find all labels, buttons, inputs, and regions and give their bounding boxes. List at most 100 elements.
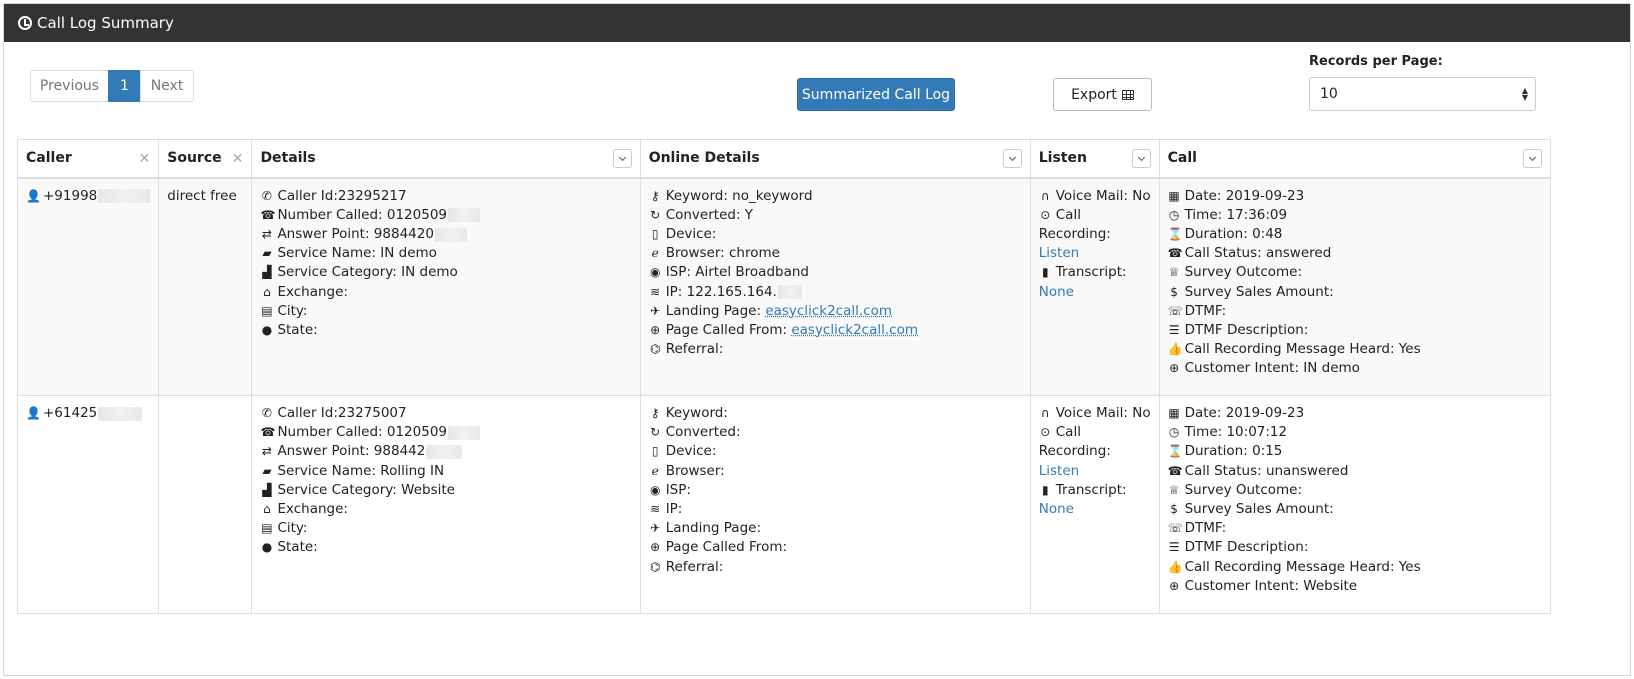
landing-page-link[interactable]: easyclick2call.com <box>765 302 892 321</box>
call-recording-label-2: Recording: <box>1038 443 1111 460</box>
dtmf: DTMF: <box>1184 302 1227 319</box>
referral: Referral: <box>665 558 724 575</box>
list-icon: ☰ <box>1168 540 1180 555</box>
survey-outcome: Survey Outcome: <box>1184 264 1303 281</box>
remove-column-icon[interactable]: ✕ <box>139 151 151 167</box>
calendar-icon: ▦ <box>1168 406 1180 420</box>
redacted-blur <box>448 208 480 223</box>
remove-column-icon[interactable]: ✕ <box>232 151 244 167</box>
thumbs-up-icon: 👍 <box>1167 342 1183 357</box>
column-header-caller-label: Caller <box>26 150 72 167</box>
globe-icon: ● <box>261 540 273 555</box>
briefcase-icon: ▰ <box>262 463 272 478</box>
column-header-listen-label: Listen <box>1038 150 1087 167</box>
device: Device: <box>665 225 717 242</box>
dashboard-icon: ◉ <box>649 265 661 280</box>
search-plus-icon: ⊕ <box>1169 578 1180 593</box>
chevron-down-icon[interactable] <box>1131 149 1151 168</box>
trophy-icon: ♕ <box>1168 265 1180 280</box>
export-label: Export <box>1071 86 1117 103</box>
column-header-caller[interactable]: Caller ✕ <box>16 139 160 179</box>
dtmf-description: DTMF Description: <box>1184 539 1309 556</box>
chevron-down-icon[interactable] <box>1002 149 1022 168</box>
call-log-table: Caller ✕ Source ✕ Details Online Details L… <box>16 139 1552 614</box>
page-1-button[interactable]: 1 <box>108 70 141 102</box>
call-time: Time: 17:36:09 <box>1184 206 1288 223</box>
call-recording-label: Call <box>1055 206 1081 223</box>
user-icon: 👤 <box>26 188 41 203</box>
transcript-label: Transcript: <box>1055 264 1127 281</box>
records-per-page-value: 10 <box>1320 86 1338 102</box>
phone-square-icon: ☎ <box>260 207 276 222</box>
wifi-icon: ≋ <box>650 502 661 517</box>
keyword: Keyword: no_keyword <box>665 187 813 204</box>
redacted-blur <box>98 189 151 204</box>
export-button[interactable]: Export <box>1053 78 1152 111</box>
redacted-blur <box>426 445 463 459</box>
online-details-cell: ⚷ Keyword: ↻ Converted: ▯ Device: ℯ Browser:… <box>639 395 1031 614</box>
source-cell <box>158 395 253 614</box>
globe-icon: ● <box>261 322 273 337</box>
call-duration: Duration: 0:15 <box>1184 443 1283 460</box>
details-cell: ✆ Caller Id:23295217 ☎ Number Called: 0120… <box>251 177 641 396</box>
keyword: Keyword: <box>665 405 728 421</box>
industry-icon: ▟ <box>262 482 272 497</box>
column-header-listen[interactable]: Listen <box>1029 139 1160 179</box>
exchange-arrows-icon: ⇄ <box>261 444 272 459</box>
records-per-page-select[interactable]: 10 ▲ ▼ <box>1309 77 1536 111</box>
dtmf: DTMF: <box>1184 520 1227 537</box>
caller-number: +91998 <box>43 187 98 204</box>
refresh-icon: ↻ <box>650 207 661 222</box>
call-status: Call Status: answered <box>1184 245 1332 262</box>
caller-id: Caller Id:23295217 <box>277 187 407 204</box>
summarized-call-log-button[interactable]: Summarized Call Log <box>797 78 955 111</box>
wifi-icon: ≋ <box>650 284 661 299</box>
transcript-link[interactable]: None <box>1039 283 1074 302</box>
clock-icon: ◷ <box>1168 425 1180 440</box>
caller-number: +61425 <box>43 405 98 421</box>
file-icon: ▮ <box>1041 482 1049 497</box>
chevron-down-icon[interactable] <box>612 149 632 168</box>
panel-heading: Call Log Summary <box>4 4 1630 42</box>
column-header-online-details[interactable]: Online Details <box>639 139 1031 179</box>
search-plus-icon: ⊕ <box>650 322 661 337</box>
call-recording-label: Call <box>1055 424 1081 441</box>
page-called-from-label: Page Called From: <box>665 321 788 338</box>
phone-icon: ✆ <box>261 406 272 420</box>
next-page-button[interactable]: Next <box>140 70 194 102</box>
call-duration: Duration: 0:48 <box>1184 225 1283 242</box>
column-header-source[interactable]: Source ✕ <box>158 139 253 179</box>
service-name: Service Name: Rolling IN <box>277 462 445 479</box>
redacted-blur <box>448 425 480 440</box>
converted: Converted: Y <box>665 206 754 223</box>
transcript-label: Transcript: <box>1055 481 1127 498</box>
search-plus-icon: ⊕ <box>1169 361 1180 376</box>
column-header-source-label: Source <box>167 150 222 167</box>
listen-link[interactable]: Listen <box>1039 244 1079 263</box>
city: City: <box>277 520 308 537</box>
call-date: Date: 2019-09-23 <box>1184 187 1305 204</box>
column-header-details[interactable]: Details <box>251 139 641 179</box>
call-cell: ▦ Date: 2019-09-23 ◷ Time: 10:07:12 ⌛ Durat… <box>1158 395 1552 614</box>
chevron-down-icon[interactable] <box>1523 149 1542 168</box>
call-time: Time: 10:07:12 <box>1184 424 1288 441</box>
summarized-call-log-label: Summarized Call Log <box>801 86 951 103</box>
dtmf-description: DTMF Description: <box>1184 321 1309 338</box>
column-header-call[interactable]: Call <box>1158 139 1552 179</box>
records-per-page-label: Records per Page: <box>1309 54 1443 69</box>
page-called-from-link[interactable]: easyclick2call.com <box>791 321 918 340</box>
call-recording-heard: Call Recording Message Heard: Yes <box>1184 558 1421 575</box>
browser: Browser: <box>665 462 725 479</box>
listen-link[interactable]: Listen <box>1039 462 1079 481</box>
exchange: Exchange: <box>277 283 348 300</box>
map-icon: ▤ <box>261 521 273 536</box>
previous-page-button[interactable]: Previous <box>30 70 109 102</box>
exchange: Exchange: <box>277 501 348 518</box>
refresh-icon: ↻ <box>650 425 661 440</box>
phone-icon: ☏ <box>1167 303 1183 318</box>
transcript-link[interactable]: None <box>1039 500 1074 519</box>
file-icon: ▮ <box>1041 265 1049 280</box>
calendar-icon: ▦ <box>1168 188 1180 203</box>
column-header-details-label: Details <box>260 150 316 167</box>
table-grid-icon <box>1121 89 1134 100</box>
